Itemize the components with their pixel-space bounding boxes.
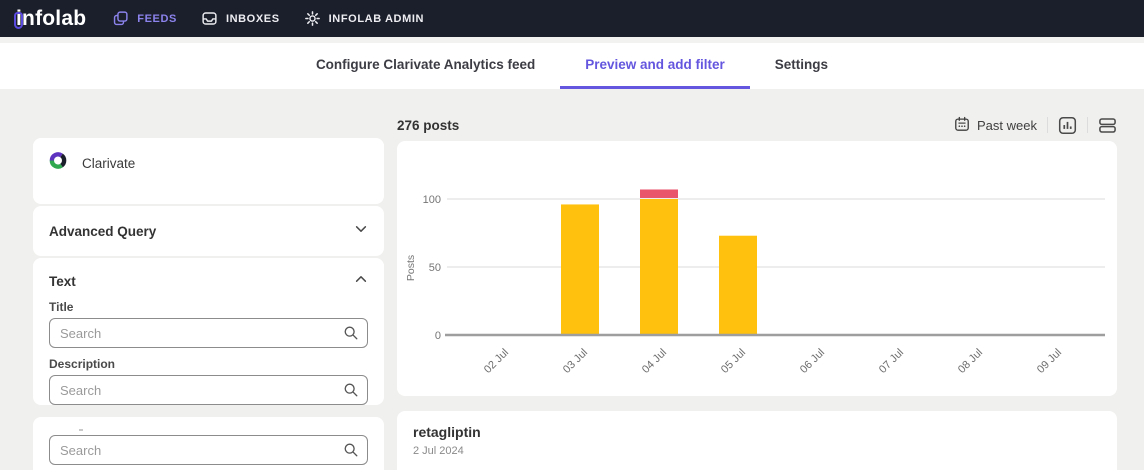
post-date: 2 Jul 2024 [413,445,464,457]
filter-sidebar: Clarivate Advanced Query Text Title Sear… [33,138,384,470]
chart-view-button[interactable] [1058,116,1077,135]
advanced-query-label: Advanced Query [49,223,157,239]
additional-search [49,435,368,465]
svg-text:07 Jul: 07 Jul [877,347,906,376]
date-range-picker[interactable]: Past week [954,116,1037,135]
posts-chart: 0 50 100 02 Jul 03 Jul 04 Jul 05 Jul 06 Jul 07 J… [405,189,1105,376]
svg-text:50: 50 [429,262,441,274]
svg-text:05 Jul: 05 Jul [719,347,748,376]
nav-inboxes-label: INBOXES [225,12,280,25]
feed-source-card[interactable]: Clarivate [33,138,384,204]
title-search-input[interactable] [49,318,368,348]
results-toolbar: 276 posts Past week [397,115,1117,135]
svg-text:03 Jul: 03 Jul [561,347,590,376]
tab-preview-and-add-filter[interactable]: Preview and add filter [560,43,750,89]
app-logo[interactable]: i nfolab [13,6,87,31]
svg-text:06 Jul: 06 Jul [798,347,827,376]
additional-filter-section [33,417,384,470]
posts-chart-card: 0 50 100 02 Jul 03 Jul 04 Jul 05 Jul 06 Jul 07 J… [397,141,1117,396]
title-search [49,318,368,348]
tab-configure-feed[interactable]: Configure Clarivate Analytics feed [291,43,560,89]
app-header: i nfolab FEEDS INBOXES INFOLAB ADMIN [0,0,1144,37]
list-view-button[interactable] [1098,116,1117,135]
description-search [49,375,368,405]
divider [1087,117,1088,133]
nav-feeds[interactable]: FEEDS [112,10,177,27]
chevron-up-icon [354,272,368,291]
view-controls: Past week [954,116,1117,135]
description-search-input[interactable] [49,375,368,405]
text-section-toggle[interactable]: Text [49,272,368,291]
post-title: retagliptin [413,424,481,440]
svg-text:0: 0 [435,330,441,342]
nav-infolab-admin-label: INFOLAB ADMIN [328,12,425,25]
svg-text:Posts: Posts [405,255,417,281]
feeds-icon [112,10,129,27]
feed-name: Clarivate [82,155,136,171]
text-filter-section: Text Title Description [33,258,384,405]
posts-count: 276 posts [397,117,460,133]
nav-feeds-label: FEEDS [137,12,177,25]
advanced-query-section[interactable]: Advanced Query [33,206,384,256]
clipped-label-fragment [79,429,83,431]
post-list-item[interactable]: retagliptin 2 Jul 2024 [397,411,1117,470]
svg-text:02 Jul: 02 Jul [482,347,511,376]
svg-text:08 Jul: 08 Jul [956,347,985,376]
inbox-icon [201,10,218,27]
clarivate-logo-icon [49,151,68,175]
gear-icon [304,10,321,27]
date-range-label: Past week [977,117,1037,133]
description-field-label: Description [49,357,116,371]
header-nav: FEEDS INBOXES INFOLAB ADMIN [112,10,424,27]
divider [1047,117,1048,133]
tab-settings[interactable]: Settings [750,43,853,89]
page-content: Clarivate Advanced Query Text Title Sear… [0,89,1144,470]
calendar-icon [954,116,970,135]
logo-text: nfolab [22,6,87,30]
svg-text:09 Jul: 09 Jul [1035,347,1064,376]
title-field-label: Title [49,300,74,314]
text-section-label: Text [49,274,76,289]
svg-text:04 Jul: 04 Jul [640,347,669,376]
app: i nfolab FEEDS INBOXES INFOLAB ADMIN Con… [0,0,1144,470]
main-panel: 276 posts Past week 0 50 100 02 Jul 03 J… [397,115,1117,470]
additional-search-input[interactable] [49,435,368,465]
tab-bar: Configure Clarivate Analytics feed Previ… [0,43,1144,89]
chevron-down-icon [354,222,368,241]
logo-letter-i: i [16,6,23,30]
svg-text:100: 100 [423,194,441,206]
nav-inboxes[interactable]: INBOXES [201,10,280,27]
nav-infolab-admin[interactable]: INFOLAB ADMIN [304,10,424,27]
